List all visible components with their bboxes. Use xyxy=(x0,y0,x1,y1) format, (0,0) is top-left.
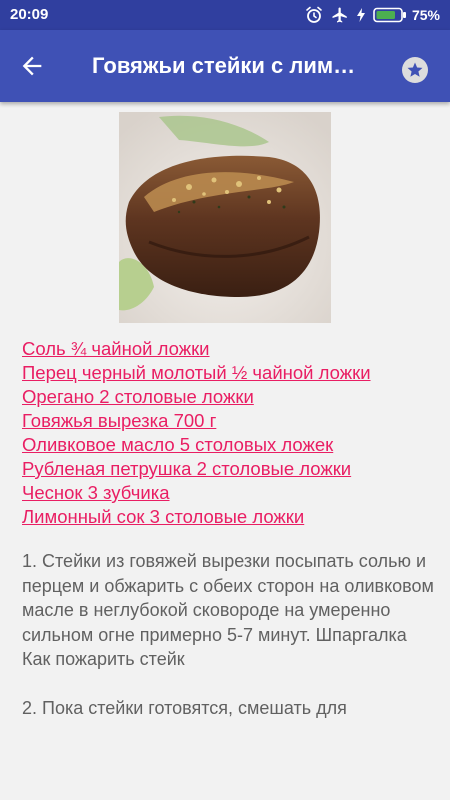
ingredient-link[interactable]: Соль ¾ чайной ложки xyxy=(22,337,432,361)
status-bar: 20:09 75% xyxy=(0,0,450,30)
ingredient-link[interactable]: Говяжья вырезка 700 г xyxy=(22,409,432,433)
ingredient-link[interactable]: Орегано 2 столовые ложки xyxy=(22,385,432,409)
battery-charging-icon xyxy=(373,7,406,23)
back-button[interactable] xyxy=(18,52,46,80)
app-bar: Говяжьи стейки с лим… xyxy=(0,30,450,102)
status-icons: 75% xyxy=(305,5,440,25)
ingredient-link[interactable]: Лимонный сок 3 столовые ложки xyxy=(22,505,432,529)
star-icon xyxy=(407,62,423,77)
arrow-back-icon xyxy=(22,56,42,76)
battery-percent: 75% xyxy=(411,7,440,23)
ingredient-link[interactable]: Чеснок 3 зубчика xyxy=(22,481,432,505)
charging-bolt-icon xyxy=(356,8,365,22)
alarm-icon xyxy=(306,6,322,23)
ingredient-link[interactable]: Рубленая петрушка 2 столовые ложки xyxy=(22,457,432,481)
status-time: 20:09 xyxy=(10,6,49,23)
recipe-steps: 1. Стейки из говяжей вырезки посыпать со… xyxy=(22,549,438,745)
ingredient-link[interactable]: Оливковое масло 5 столовых ложек xyxy=(22,433,432,457)
airplane-mode-icon xyxy=(332,7,347,23)
recipe-photo xyxy=(119,112,331,323)
recipe-image xyxy=(119,112,331,323)
recipe-step: 2. Пока стейки готовятся, смешать для xyxy=(22,698,347,718)
recipe-step: 1. Стейки из говяжей вырезки посыпать со… xyxy=(22,551,434,669)
page-title: Говяжьи стейки с лим… xyxy=(92,53,356,78)
ingredients-list: Соль ¾ чайной ложки Перец черный молотый… xyxy=(22,337,432,529)
ingredient-link[interactable]: Перец черный молотый ½ чайной ложки xyxy=(22,361,432,385)
favorite-button[interactable] xyxy=(402,57,428,83)
